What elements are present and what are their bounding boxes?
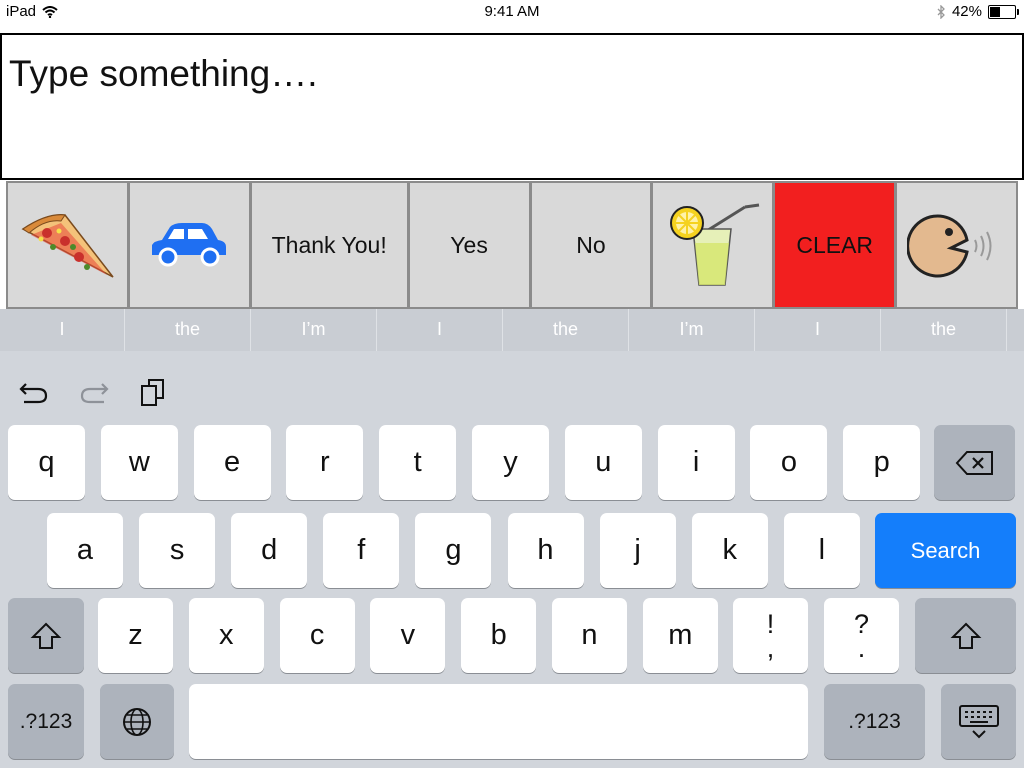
hide-keyboard-icon	[958, 704, 999, 738]
punct-bottom: .	[857, 632, 866, 663]
key-o[interactable]: o	[750, 425, 828, 500]
key-e[interactable]: e	[193, 425, 271, 500]
key-t[interactable]: t	[379, 425, 457, 500]
numbers-key-left[interactable]: .?123	[8, 684, 84, 759]
key-h[interactable]: h	[507, 513, 584, 588]
backspace-key[interactable]	[934, 425, 1015, 500]
key-u[interactable]: u	[564, 425, 642, 500]
redo-icon[interactable]	[78, 378, 110, 406]
shift-icon	[30, 622, 62, 649]
key-d[interactable]: d	[231, 513, 308, 588]
key-w[interactable]: w	[100, 425, 178, 500]
suggestion[interactable]: I	[0, 309, 125, 351]
clock: 9:41 AM	[484, 3, 540, 20]
suggestion[interactable]: I’m	[251, 309, 377, 351]
key-b[interactable]: b	[461, 598, 537, 673]
clear-button[interactable]: CLEAR	[775, 183, 895, 307]
hide-keyboard-key[interactable]	[941, 684, 1016, 759]
key-l[interactable]: l	[783, 513, 860, 588]
key-v[interactable]: v	[370, 598, 446, 673]
punct-top: !	[766, 608, 775, 639]
space-bar[interactable]	[189, 684, 808, 759]
no-button[interactable]: No	[531, 183, 651, 307]
prediction-bar: I the I’m I the I’m I the	[0, 309, 1024, 351]
yes-button[interactable]: Yes	[409, 183, 529, 307]
key-f[interactable]: f	[323, 513, 400, 588]
speak-button[interactable]	[897, 183, 1016, 307]
battery-percent: 42%	[951, 3, 982, 20]
key-p[interactable]: p	[843, 425, 921, 500]
globe-key[interactable]	[100, 684, 174, 759]
globe-icon	[123, 707, 151, 736]
pizza-button[interactable]	[8, 183, 127, 307]
key-x[interactable]: x	[188, 598, 264, 673]
speak-icon	[906, 214, 992, 278]
lemonade-icon	[669, 203, 760, 286]
key-m[interactable]: m	[642, 598, 718, 673]
key-s[interactable]: s	[139, 513, 216, 588]
lemonade-button[interactable]	[653, 183, 773, 307]
pizza-icon	[21, 214, 115, 278]
key-a[interactable]: a	[47, 513, 123, 588]
status-bar: iPad 9:41 AM 42%	[0, 0, 1024, 24]
bluetooth-icon	[937, 4, 945, 19]
suggestion[interactable]: I	[755, 309, 881, 351]
key-i[interactable]: i	[657, 425, 735, 500]
paste-icon[interactable]	[138, 377, 168, 407]
thank-you-button[interactable]: Thank You!	[251, 183, 407, 307]
battery-icon	[988, 4, 1019, 19]
key-r[interactable]: r	[286, 425, 364, 500]
punct-bottom: ,	[766, 632, 775, 663]
car-icon	[152, 223, 227, 267]
shift-key-right[interactable]	[915, 598, 1016, 673]
key-exclaim[interactable]: !,	[733, 598, 808, 673]
key-c[interactable]: c	[279, 598, 355, 673]
shift-icon	[950, 622, 981, 649]
key-k[interactable]: k	[691, 513, 768, 588]
undo-icon[interactable]	[18, 378, 50, 406]
key-q[interactable]: q	[8, 425, 85, 500]
punct-top: ?	[853, 608, 870, 639]
message-textbox[interactable]: Type something….	[0, 33, 1024, 180]
keyboard-toolbar	[18, 377, 168, 407]
key-j[interactable]: j	[599, 513, 676, 588]
suggestion[interactable]: I’m	[629, 309, 755, 351]
suggestion[interactable]: the	[503, 309, 629, 351]
suggestion[interactable]: the	[125, 309, 251, 351]
car-button[interactable]	[129, 183, 249, 307]
key-z[interactable]: z	[98, 598, 173, 673]
numbers-key-right[interactable]: .?123	[824, 684, 925, 759]
key-g[interactable]: g	[415, 513, 492, 588]
key-y[interactable]: y	[472, 425, 549, 500]
key-n[interactable]: n	[552, 598, 627, 673]
textbox-placeholder: Type something….	[9, 53, 318, 94]
search-key[interactable]: Search	[875, 513, 1016, 588]
shift-key-left[interactable]	[8, 598, 84, 673]
symbol-bar: Thank You! Yes No CLEAR	[6, 181, 1018, 309]
backspace-icon	[955, 450, 993, 475]
suggestion[interactable]: I	[377, 309, 503, 351]
key-question[interactable]: ?.	[824, 598, 899, 673]
suggestion[interactable]: the	[881, 309, 1007, 351]
